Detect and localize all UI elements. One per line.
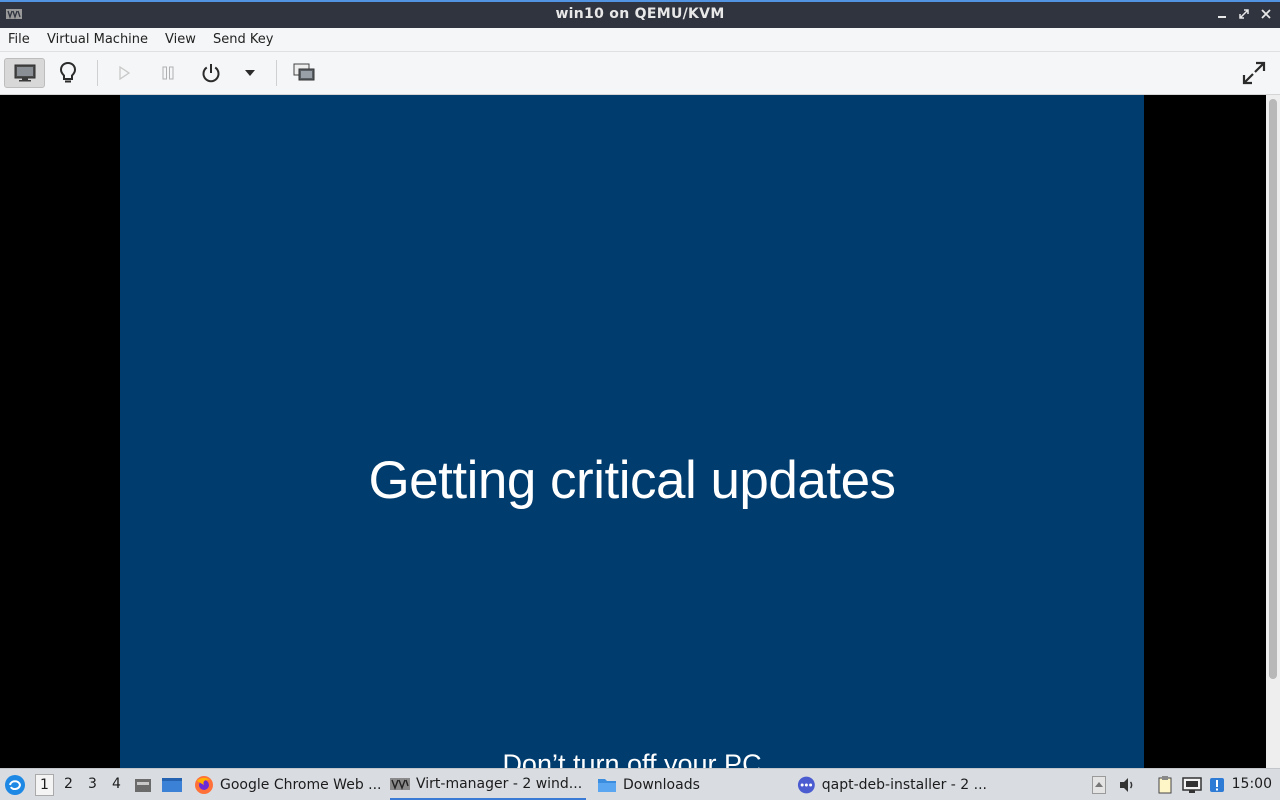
lxqt-logo-icon <box>5 774 25 795</box>
task-virt-manager[interactable]: Virt-manager - 2 wind... <box>390 769 586 800</box>
maximize-icon[interactable] <box>1236 5 1252 23</box>
clipboard-tray[interactable] <box>1155 774 1175 796</box>
network-icon <box>1182 777 1202 793</box>
task-qapt-installer[interactable]: qapt-deb-installer - 2 ... <box>797 769 987 800</box>
window-titlebar[interactable]: win10 on QEMU/KVM <box>0 0 1280 28</box>
close-icon[interactable] <box>1258 5 1274 23</box>
tray-scroll-button[interactable] <box>1089 774 1109 796</box>
update-notifier-icon <box>1210 778 1224 792</box>
update-subtext: Don’t turn off your PC <box>502 749 762 768</box>
folder-icon <box>598 778 616 792</box>
menu-file[interactable]: File <box>8 32 30 47</box>
scroll-up-icon <box>1092 776 1106 794</box>
clock[interactable]: 15:00 <box>1232 776 1272 792</box>
toolbar <box>0 52 1280 95</box>
installer-icon <box>797 776 815 793</box>
start-menu-button[interactable] <box>4 769 28 800</box>
task-label: Google Chrome Web ... <box>220 776 382 793</box>
files-launcher[interactable] <box>134 769 154 800</box>
workspace-1[interactable]: 1 <box>35 774 54 796</box>
play-icon <box>119 65 131 81</box>
speaker-icon <box>1120 778 1133 792</box>
pause-button[interactable] <box>154 58 182 88</box>
pause-icon <box>162 66 174 80</box>
lightbulb-icon <box>59 61 77 83</box>
firefox-icon <box>195 775 213 794</box>
details-button[interactable] <box>53 58 83 88</box>
workspace-2[interactable]: 2 <box>64 776 73 792</box>
menu-virtual-machine[interactable]: Virtual Machine <box>47 32 148 47</box>
menu-view[interactable]: View <box>165 32 196 47</box>
desktop-icon <box>162 777 182 792</box>
taskbar: 1 2 3 4 Google Chrome Web ... Virt-manag… <box>0 768 1280 800</box>
task-downloads[interactable]: Downloads <box>597 769 777 800</box>
shutdown-button[interactable] <box>196 58 226 88</box>
task-chrome[interactable]: Google Chrome Web ... <box>194 769 384 800</box>
scrollbar-thumb[interactable] <box>1269 99 1277 679</box>
shutdown-menu-button[interactable] <box>238 58 262 88</box>
power-icon <box>202 64 220 83</box>
updates-tray[interactable] <box>1207 774 1227 796</box>
run-button[interactable] <box>110 58 138 88</box>
vm-display[interactable]: Getting critical updates Don’t turn off … <box>0 95 1266 768</box>
workspace-3[interactable]: 3 <box>88 776 97 792</box>
workspace-4[interactable]: 4 <box>112 776 121 792</box>
window-title: win10 on QEMU/KVM <box>555 6 725 22</box>
network-tray[interactable] <box>1182 774 1202 796</box>
dropdown-arrow-icon <box>245 70 255 76</box>
vertical-scrollbar[interactable] <box>1266 95 1280 768</box>
task-label: Downloads <box>623 776 700 793</box>
update-heading: Getting critical updates <box>368 451 896 510</box>
fullscreen-icon <box>1242 61 1266 85</box>
guest-screen[interactable]: Getting critical updates Don’t turn off … <box>120 95 1144 768</box>
show-desktop-launcher[interactable] <box>161 769 185 800</box>
task-label: Virt-manager - 2 wind... <box>416 775 583 792</box>
menu-send-key[interactable]: Send Key <box>213 32 273 47</box>
console-button[interactable] <box>4 58 45 88</box>
clipboard-icon <box>1158 776 1172 794</box>
file-manager-icon <box>135 778 151 792</box>
minimize-icon[interactable] <box>1214 5 1230 23</box>
fullscreen-button[interactable] <box>1239 58 1269 88</box>
console-icon <box>14 64 35 82</box>
menubar: File Virtual Machine View Send Key <box>0 28 1280 52</box>
task-label: qapt-deb-installer - 2 ... <box>821 776 987 793</box>
snapshot-button[interactable] <box>289 58 319 88</box>
snapshot-icon <box>293 63 315 81</box>
virt-manager-icon <box>390 777 410 790</box>
volume-control[interactable] <box>1117 774 1137 796</box>
